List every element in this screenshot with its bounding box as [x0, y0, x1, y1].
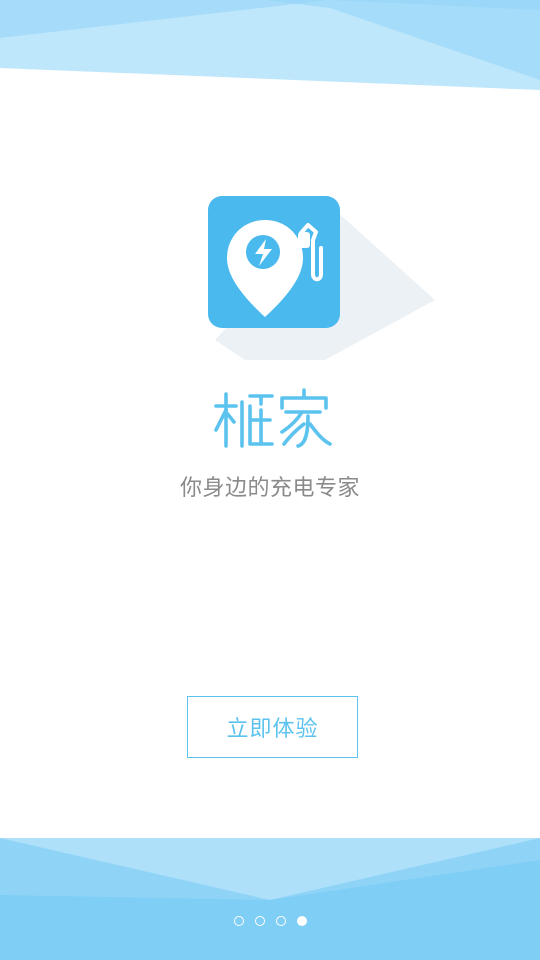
bottom-wave-mid	[0, 838, 540, 960]
top-wave-light	[0, 0, 540, 90]
brand-logo	[214, 388, 332, 448]
page-dot-1[interactable]	[233, 916, 244, 926]
charging-location-pin-icon	[208, 196, 435, 360]
try-now-button[interactable]: 立即体验	[187, 696, 358, 758]
bottom-wave-light	[0, 838, 540, 960]
top-wave-mid	[0, 0, 540, 38]
page-indicator	[0, 916, 540, 926]
page-dot-3[interactable]	[275, 916, 286, 926]
page-dot-2[interactable]	[254, 916, 265, 926]
app-tagline: 你身边的充电专家	[179, 476, 360, 501]
bottom-wave-dark	[0, 860, 540, 960]
top-wave-dark	[265, 0, 540, 80]
charging-plug-head	[298, 232, 310, 248]
page-dot-4-active[interactable]	[296, 916, 307, 926]
